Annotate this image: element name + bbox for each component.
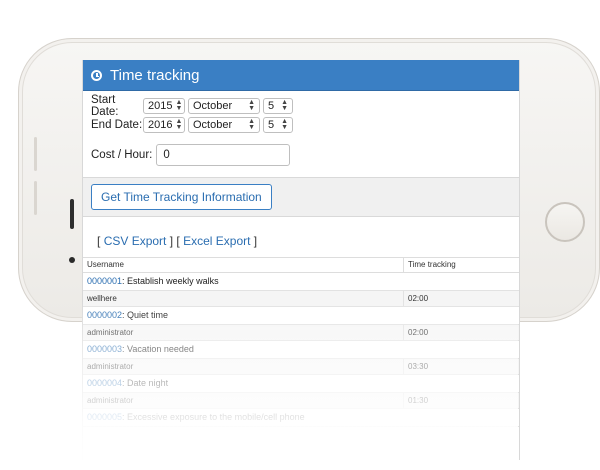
bracket-separator: ] [: [169, 234, 180, 248]
panel-title: Time tracking: [110, 66, 200, 84]
issue-link[interactable]: 0000005: [87, 412, 122, 422]
panel-header: Time tracking: [83, 60, 519, 91]
time-cell: 02:00: [408, 328, 429, 337]
spinner-icon: ▲ ▼: [248, 118, 255, 131]
issue-row: 0000003: Vacation needed: [83, 341, 519, 359]
bracket-open: [: [97, 234, 101, 248]
issue-link[interactable]: 0000002: [87, 310, 122, 320]
time-tracking-table: Username Time tracking 0000001: Establis…: [83, 257, 519, 427]
volume-down-button: [34, 181, 37, 215]
username-cell: administrator: [83, 325, 404, 340]
issue-summary: : Excessive exposure to the mobile/cell …: [122, 412, 305, 422]
end-date-row: End Date: 2016 ▲ ▼ October ▲ ▼ 5 ▲ ▼: [91, 116, 511, 134]
cost-per-hour-input[interactable]: 0: [156, 144, 291, 166]
end-month-select[interactable]: October ▲ ▼: [188, 117, 260, 133]
issue-row: 0000001: Establish weekly walks: [83, 273, 519, 291]
cost-row: Cost / Hour: 0: [91, 143, 511, 167]
action-bar: Get Time Tracking Information: [83, 177, 519, 217]
export-links: [ CSV Export ] [ Excel Export ]: [83, 217, 519, 248]
issue-summary: : Vacation needed: [122, 344, 194, 354]
start-date-label: Start Date:: [91, 94, 119, 118]
spinner-icon: ▲ ▼: [248, 99, 255, 112]
spinner-icon: ▲ ▼: [175, 99, 183, 112]
excel-export-link[interactable]: Excel Export: [183, 234, 250, 248]
end-day-select[interactable]: 5 ▲ ▼: [263, 117, 293, 133]
start-month-value: October: [193, 100, 233, 112]
end-year-select[interactable]: 2016 ▲ ▼: [143, 117, 185, 133]
bracket-close: ]: [253, 234, 258, 248]
issue-summary: : Quiet time: [122, 310, 169, 320]
start-day-select[interactable]: 5 ▲ ▼: [263, 98, 293, 114]
spinner-icon: ▲ ▼: [175, 118, 183, 131]
issue-link[interactable]: 0000004: [87, 378, 122, 388]
table-row: administrator 01:30: [83, 393, 519, 409]
issue-row: 0000002: Quiet time: [83, 307, 519, 325]
volume-up-button: [34, 137, 37, 171]
table-header: Username Time tracking: [83, 257, 519, 273]
username-cell: wellhere: [83, 291, 404, 306]
earpiece-speaker: [70, 199, 74, 229]
issue-link[interactable]: 0000003: [87, 344, 122, 354]
time-cell: 03:30: [408, 362, 429, 371]
issue-link[interactable]: 0000001: [87, 276, 122, 286]
phone-screen: Time tracking Start Date: 2015 ▲ ▼ Octobe…: [82, 60, 520, 460]
issue-row: 0000004: Date night: [83, 375, 519, 393]
end-month-value: October: [193, 119, 233, 131]
start-month-select[interactable]: October ▲ ▼: [188, 98, 260, 114]
cost-label: Cost / Hour:: [91, 149, 153, 161]
home-button[interactable]: [545, 202, 585, 242]
table-row: administrator 03:30: [83, 359, 519, 375]
issue-summary: : Date night: [122, 378, 169, 388]
front-camera: [69, 257, 75, 263]
end-day-value: 5: [268, 119, 275, 131]
issue-row: 0000005: Excessive exposure to the mobil…: [83, 409, 519, 427]
start-year-value: 2015: [148, 100, 173, 112]
clock-icon: [91, 69, 102, 81]
start-year-select[interactable]: 2015 ▲ ▼: [143, 98, 185, 114]
column-header-username: Username: [83, 258, 404, 272]
table-row: wellhere 02:00: [83, 291, 519, 307]
time-cell: 01:30: [408, 396, 429, 405]
get-time-tracking-button[interactable]: Get Time Tracking Information: [91, 184, 272, 210]
username-cell: administrator: [83, 393, 404, 408]
csv-export-link[interactable]: CSV Export: [104, 234, 167, 248]
time-cell: 02:00: [408, 294, 429, 303]
issue-summary: : Establish weekly walks: [122, 276, 219, 286]
end-year-value: 2016: [148, 119, 173, 131]
spinner-icon: ▲ ▼: [281, 99, 288, 112]
start-date-row: Start Date: 2015 ▲ ▼ October ▲ ▼ 5 ▲ ▼: [91, 94, 511, 118]
table-row: administrator 02:00: [83, 325, 519, 341]
end-date-label: End Date:: [91, 119, 143, 131]
time-tracking-form: Start Date: 2015 ▲ ▼ October ▲ ▼ 5 ▲ ▼ End …: [83, 91, 519, 167]
cost-value: 0: [163, 149, 170, 161]
username-cell: administrator: [83, 359, 404, 374]
column-header-time: Time tracking: [408, 260, 456, 269]
spinner-icon: ▲ ▼: [281, 118, 288, 131]
start-day-value: 5: [268, 100, 275, 112]
